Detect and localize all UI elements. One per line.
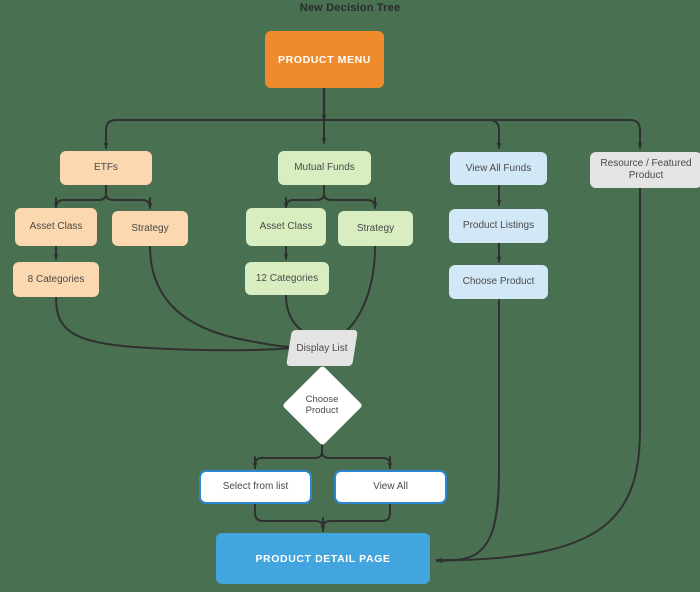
node-mf-asset-class[interactable]: Asset Class <box>246 208 326 246</box>
edge-chooseproductright-to-detail <box>436 299 500 563</box>
edge-resource-to-detail <box>436 187 641 564</box>
node-etfs[interactable]: ETFs <box>60 151 152 185</box>
edge-mfstrategy-to-displaylist <box>342 245 376 335</box>
node-etf-strategy[interactable]: Strategy <box>112 211 188 246</box>
node-etf-categories[interactable]: 8 Categories <box>13 262 99 297</box>
node-choose-product-decision[interactable]: Choose Product <box>281 364 363 446</box>
node-mf-strategy-label: Strategy <box>356 222 395 234</box>
edge-mf-to-assetclass <box>285 193 325 208</box>
edge-mf-to-strategy <box>323 193 376 208</box>
node-mf-asset-class-label: Asset Class <box>259 221 313 232</box>
node-display-list-label: Display List <box>296 342 348 354</box>
edge-bus-viewall <box>323 119 500 144</box>
flowchart-canvas: New Decision Tree PRODUCT MENU ETFs Asse… <box>0 0 700 592</box>
node-product-detail-page-label: PRODUCT DETAIL PAGE <box>255 552 391 565</box>
node-view-all[interactable]: View All <box>334 470 447 504</box>
node-etf-categories-label: 8 Categories <box>27 273 85 285</box>
node-product-menu[interactable]: PRODUCT MENU <box>265 31 384 88</box>
edge-decision-to-select <box>254 451 323 466</box>
node-product-listings[interactable]: Product Listings <box>449 209 548 243</box>
node-choose-product-decision-label-line2: Product <box>305 405 339 416</box>
node-resource-featured-product[interactable]: Resource / Featured Product <box>590 152 700 188</box>
edge-mfcategories-to-displaylist <box>285 294 309 335</box>
node-mf-categories[interactable]: 12 Categories <box>245 262 329 295</box>
node-product-menu-label: PRODUCT MENU <box>278 53 371 66</box>
edge-viewall-to-detail <box>322 502 391 528</box>
edge-etfs-to-assetclass <box>55 193 107 208</box>
node-select-from-list[interactable]: Select from list <box>199 470 312 504</box>
node-choose-product-listing-label: Choose Product <box>462 276 535 287</box>
node-product-detail-page[interactable]: PRODUCT DETAIL PAGE <box>216 533 430 584</box>
node-resource-featured-product-label-line2: Product <box>628 170 664 181</box>
node-display-list[interactable]: Display List <box>286 330 358 366</box>
edge-bus-right <box>323 119 641 144</box>
edge-bus-left <box>105 119 325 144</box>
node-product-listings-label: Product Listings <box>462 220 535 231</box>
edge-decision-to-viewall <box>321 451 391 466</box>
node-choose-product-listing[interactable]: Choose Product <box>449 265 548 299</box>
node-view-all-funds[interactable]: View All Funds <box>450 152 547 185</box>
node-mf-strategy[interactable]: Strategy <box>338 211 413 246</box>
node-etf-strategy-label: Strategy <box>131 222 169 234</box>
node-etf-asset-class[interactable]: Asset Class <box>15 208 97 246</box>
node-mf-categories-label: 12 Categories <box>255 272 319 284</box>
node-resource-featured-product-label-line1: Resource / Featured <box>600 158 692 169</box>
node-mutual-funds[interactable]: Mutual Funds <box>278 151 371 185</box>
node-mutual-funds-label: Mutual Funds <box>294 162 355 173</box>
node-choose-product-decision-label-line1: Choose <box>305 394 339 405</box>
node-view-all-label: View All <box>373 481 408 492</box>
edge-select-to-detail <box>254 502 324 528</box>
node-view-all-funds-label: View All Funds <box>465 162 532 174</box>
edge-etfs-to-strategy <box>105 193 151 208</box>
node-etf-asset-class-label: Asset Class <box>29 221 83 232</box>
node-etfs-label: ETFs <box>94 162 118 173</box>
node-select-from-list-label: Select from list <box>222 481 289 492</box>
